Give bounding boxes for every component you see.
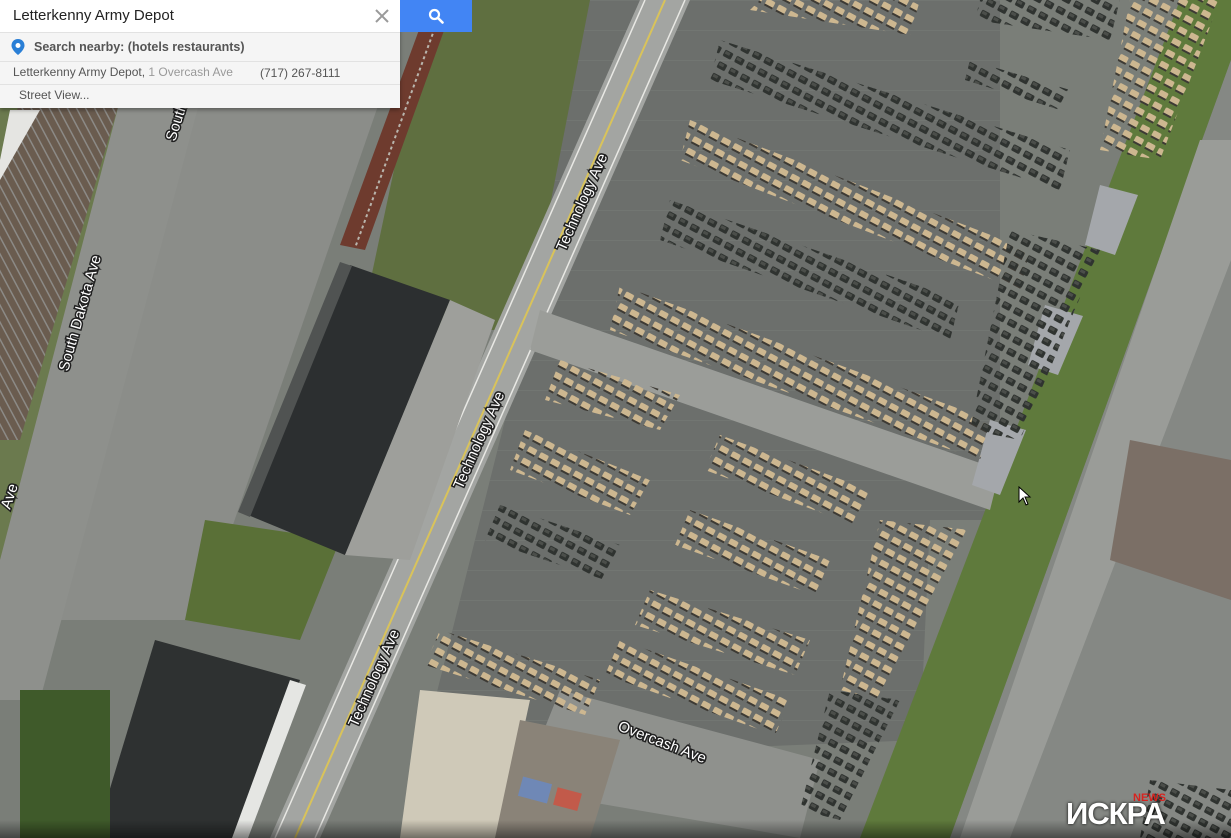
close-icon[interactable]: [370, 4, 394, 28]
search-nearby-item[interactable]: Search nearby: (hotels restaurants): [0, 33, 400, 62]
search-button[interactable]: [400, 0, 472, 32]
magnifier-icon: [428, 8, 444, 24]
brand-watermark: NEWS ИСКРА: [1058, 778, 1228, 834]
street-view-label: Street View...: [19, 88, 90, 102]
search-nearby-label: Search nearby: (hotels restaurants): [34, 40, 245, 54]
search-panel: Letterkenny Army Depot Search nearby: (h…: [0, 0, 400, 108]
search-input[interactable]: Letterkenny Army Depot: [13, 7, 174, 24]
location-pin-icon: [11, 39, 25, 55]
result-address: 1 Overcash Ave: [145, 65, 233, 79]
bottom-fade: [0, 820, 1231, 838]
mouse-cursor-icon: [1018, 486, 1032, 506]
search-box[interactable]: Letterkenny Army Depot: [0, 0, 400, 33]
street-view-link[interactable]: Street View...: [0, 85, 400, 108]
satellite-map[interactable]: Technology Ave Technology Ave Technology…: [0, 0, 1231, 838]
result-phone: (717) 267-8111: [260, 66, 341, 80]
tree-cluster: [20, 690, 110, 838]
brand-logo-text: ИСКРА: [1066, 796, 1166, 831]
result-name: Letterkenny Army Depot, 1 Overcash Ave: [13, 65, 233, 79]
result-title: Letterkenny Army Depot,: [13, 65, 146, 79]
result-item[interactable]: Letterkenny Army Depot, 1 Overcash Ave (…: [0, 62, 400, 85]
